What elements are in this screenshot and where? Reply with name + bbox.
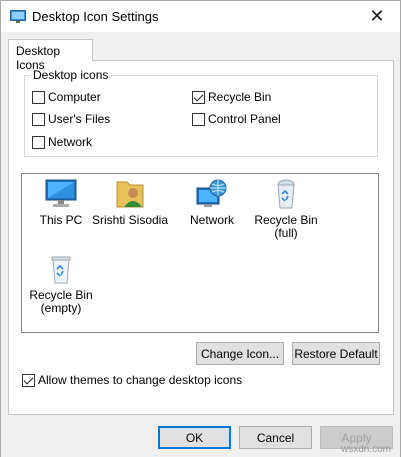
checkbox-label: Recycle Bin [208, 90, 272, 104]
desktop-settings-icon [10, 10, 26, 24]
list-item-label: Recycle Bin (empty) [29, 288, 93, 315]
change-icon-button[interactable]: Change Icon... [196, 342, 284, 365]
title-bar[interactable]: Desktop Icon Settings ✕ [1, 1, 400, 32]
list-item-recycle-bin-full[interactable]: Recycle Bin (full) [244, 178, 328, 240]
window-title: Desktop Icon Settings [32, 9, 159, 24]
checkbox-label: Network [48, 135, 93, 149]
checkbox-label: Computer [48, 90, 101, 104]
user-folder-icon [116, 181, 144, 208]
desktop-icon-settings-window: Desktop Icon Settings ✕ Desktop Icons De… [0, 0, 401, 457]
close-icon: ✕ [369, 6, 385, 26]
computer-checkbox[interactable]: Computer [32, 90, 101, 104]
checkbox-label: User's Files [48, 112, 111, 126]
restore-default-button[interactable]: Restore Default [292, 342, 380, 365]
recycle-bin-full-icon [277, 179, 295, 209]
list-item-user-folder[interactable]: Srishti Sisodia [88, 178, 172, 227]
checkbox-box[interactable] [32, 90, 45, 104]
allow-themes-checkbox[interactable]: Allow themes to change desktop icons [22, 373, 242, 387]
checkbox-box[interactable] [32, 112, 45, 126]
list-item-label: This PC [39, 213, 83, 227]
checkbox-box[interactable] [192, 112, 205, 126]
checkbox-label: Control Panel [208, 112, 281, 126]
tab-desktop-icons[interactable]: Desktop Icons [8, 39, 93, 72]
network-checkbox[interactable]: Network [32, 135, 92, 149]
list-item-label: Srishti Sisodia [91, 213, 169, 227]
checkbox-box[interactable] [22, 373, 35, 387]
checkbox-box[interactable] [192, 90, 205, 104]
recycle-bin-empty-icon [51, 256, 71, 284]
list-item-label: Recycle Bin (full) [254, 213, 318, 240]
ok-button[interactable]: OK [158, 426, 231, 449]
list-item-network[interactable]: Network [170, 178, 254, 227]
network-globe-icon [196, 179, 227, 207]
icon-list[interactable]: This PC Srishti Sisodia Network Recycle … [21, 173, 379, 333]
checkbox-box[interactable] [32, 135, 45, 149]
list-item-recycle-bin-empty[interactable]: Recycle Bin (empty) [19, 253, 103, 315]
users-files-checkbox[interactable]: User's Files [32, 112, 110, 126]
cancel-button[interactable]: Cancel [239, 426, 312, 449]
checkbox-label: Allow themes to change desktop icons [38, 373, 243, 387]
control-panel-checkbox[interactable]: Control Panel [192, 112, 281, 126]
close-button[interactable]: ✕ [354, 1, 400, 32]
list-item-label: Network [189, 213, 234, 227]
watermark-text: wsxdn.com [341, 444, 392, 455]
recycle-bin-checkbox[interactable]: Recycle Bin [192, 90, 271, 104]
monitor-icon [45, 179, 77, 207]
